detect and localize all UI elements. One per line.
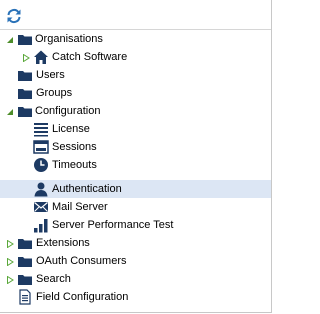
tree-item-catch-software[interactable]: Catch Software <box>0 48 271 66</box>
user-icon <box>33 181 49 197</box>
tree-item-label: Configuration <box>35 105 101 117</box>
refresh-icon[interactable] <box>6 8 22 24</box>
tree-item-users[interactable]: Users <box>0 66 271 84</box>
tree-item-timeouts[interactable]: Timeouts <box>0 156 271 174</box>
collapsed-arrow-icon[interactable] <box>6 239 14 249</box>
tree-item-groups[interactable]: Groups <box>0 84 271 102</box>
tree-item-label: Organisations <box>35 33 103 45</box>
tree-item-label: Timeouts <box>52 159 97 171</box>
list-icon <box>33 121 49 137</box>
tree-item-organisations[interactable]: Organisations <box>0 30 271 48</box>
tree-item-label: Search <box>36 273 71 285</box>
document-icon <box>17 289 33 305</box>
collapsed-arrow-icon[interactable] <box>6 257 14 267</box>
expanded-arrow-icon[interactable] <box>6 107 14 115</box>
expanded-arrow-icon[interactable] <box>6 35 14 43</box>
tree-item-label: Mail Server <box>52 201 108 213</box>
mail-icon <box>33 199 49 215</box>
tree-item-label: Users <box>36 69 65 81</box>
tree-item-field-configuration[interactable]: Field Configuration <box>0 288 271 306</box>
folder-icon <box>17 85 33 101</box>
tree-item-label: Authentication <box>52 183 122 195</box>
toolbar <box>0 0 271 28</box>
tree-item-label: Server Performance Test <box>52 219 174 231</box>
tree-item-label: Extensions <box>36 237 90 249</box>
tree-item-label: Groups <box>36 87 73 99</box>
window-icon <box>33 139 49 155</box>
tree-item-label: Field Configuration <box>36 291 129 303</box>
tree-item-search[interactable]: Search <box>0 270 271 288</box>
tree-item-label: Catch Software <box>52 51 128 63</box>
bar-chart-icon <box>33 217 49 233</box>
tree-item-sessions[interactable]: Sessions <box>0 138 271 156</box>
tree-item-configuration[interactable]: Configuration <box>0 102 271 120</box>
collapsed-arrow-icon[interactable] <box>22 53 30 63</box>
folder-icon <box>17 67 33 83</box>
tree-item-extensions[interactable]: Extensions <box>0 234 271 252</box>
collapsed-arrow-icon[interactable] <box>6 275 14 285</box>
tree-item-authentication[interactable]: Authentication <box>0 180 271 198</box>
tree-item-server-performance-test[interactable]: Server Performance Test <box>0 216 271 234</box>
tree-item-label: Sessions <box>52 141 97 153</box>
folder-icon <box>17 103 33 119</box>
clock-icon <box>33 157 49 173</box>
tree-item-label: OAuth Consumers <box>36 255 127 267</box>
folder-icon <box>17 253 33 269</box>
tree-item-label: License <box>52 123 90 135</box>
folder-icon <box>17 235 33 251</box>
folder-icon <box>17 31 33 47</box>
home-icon <box>33 49 49 65</box>
folder-icon <box>17 271 33 287</box>
tree-item-license[interactable]: License <box>0 120 271 138</box>
tree-item-oauth-consumers[interactable]: OAuth Consumers <box>0 252 271 270</box>
tree-item-mail-server[interactable]: Mail Server <box>0 198 271 216</box>
